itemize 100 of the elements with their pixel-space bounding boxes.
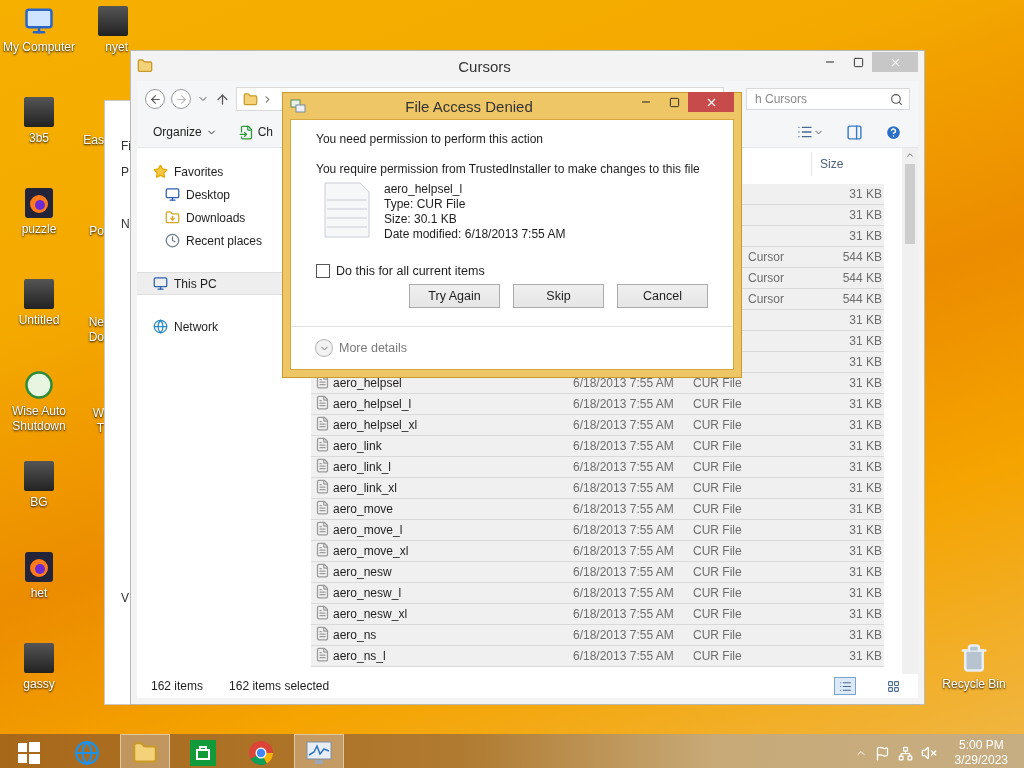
dialog-button[interactable]: Cancel — [617, 284, 708, 308]
browser-icon — [25, 188, 53, 218]
file-row[interactable]: aero_nesw_l 6/18/2013 7:55 AM CUR File 31 KB — [311, 583, 884, 604]
scrollbar[interactable] — [902, 148, 918, 674]
file-row[interactable]: aero_move_l 6/18/2013 7:55 AM CUR File 31 KB — [311, 520, 884, 541]
clock-icon — [165, 233, 180, 248]
file-type: CUR File — [693, 376, 743, 390]
muted-speaker-icon[interactable] — [920, 745, 937, 761]
file-name: aero_link_l — [333, 460, 393, 474]
file-icon — [315, 395, 330, 410]
scrollbar-thumb[interactable] — [905, 164, 915, 244]
chevron-circle-icon — [315, 339, 333, 357]
file-row[interactable]: aero_nesw 6/18/2013 7:55 AM CUR File 31 KB — [311, 562, 884, 583]
file-size: 544 KB — [841, 292, 882, 306]
checkbox[interactable] — [316, 264, 330, 278]
file-size: 31 KB — [848, 502, 882, 516]
file-date: 6/18/2013 7:55 AM — [573, 376, 675, 390]
file-row[interactable]: aero_move 6/18/2013 7:55 AM CUR File 31 KB — [311, 499, 884, 520]
downloads-folder-icon — [165, 210, 180, 225]
file-row[interactable]: aero_helpsel_l 6/18/2013 7:55 AM CUR File 31 KB — [311, 394, 884, 415]
file-type: CUR File — [693, 439, 743, 453]
file-name: aero_ns — [333, 628, 378, 642]
taskbar-button[interactable] — [120, 734, 170, 768]
forward-button[interactable] — [171, 89, 191, 109]
file-type: CUR File — [693, 418, 743, 432]
file-type: CUR File — [693, 481, 743, 495]
file-row[interactable]: aero_ns 6/18/2013 7:55 AM CUR File 31 KB — [311, 625, 884, 646]
file-size: 31 KB — [848, 544, 882, 558]
search-icon — [890, 92, 903, 106]
view-options-button[interactable] — [797, 124, 824, 140]
file-row[interactable]: aero_link 6/18/2013 7:55 AM CUR File 31 KB — [311, 436, 884, 457]
file-row[interactable]: aero_move_xl 6/18/2013 7:55 AM CUR File 31 KB — [311, 541, 884, 562]
performance-monitor-icon — [305, 740, 333, 766]
file-name: aero_helpsel — [333, 376, 403, 390]
file-type: CUR File — [693, 607, 743, 621]
taskbar-button[interactable] — [294, 734, 344, 768]
photo-placeholder — [24, 461, 54, 491]
file-row[interactable]: aero_link_l 6/18/2013 7:55 AM CUR File 31 KB — [311, 457, 884, 478]
search-field[interactable]: h Cursors — [746, 88, 910, 110]
browser-icon — [25, 552, 53, 582]
file-size: 31 KB — [848, 208, 882, 222]
checkbox-label: Do this for all current items — [336, 264, 485, 278]
column-header[interactable]: Size — [811, 152, 898, 176]
file-type: Cursor — [747, 292, 785, 306]
file-name: aero_move — [333, 502, 395, 516]
folder-icon — [132, 740, 158, 766]
file-icon — [315, 521, 330, 536]
list-icon — [797, 124, 813, 140]
file-size: 31 KB — [848, 607, 882, 621]
file-row[interactable]: aero_ns_l 6/18/2013 7:55 AM CUR File 31 KB — [311, 646, 884, 667]
file-date: 6/18/2013 7:55 AM — [573, 439, 675, 453]
photo-placeholder — [24, 279, 54, 309]
window-title: Cursors — [457, 57, 512, 75]
file-size: 544 KB — [841, 271, 882, 285]
file-size: 31 KB — [848, 523, 882, 537]
file-name: aero_helpsel_xl — [333, 418, 419, 432]
toolbar-button[interactable]: Ch — [238, 124, 274, 140]
dialog-button[interactable]: Try Again — [409, 284, 500, 308]
file-date: 6/18/2013 7:55 AM — [573, 460, 675, 474]
up-button[interactable] — [215, 91, 230, 107]
file-icon — [315, 647, 330, 662]
file-date: 6/18/2013 7:55 AM — [573, 544, 675, 558]
file-size: 31 KB — [848, 229, 882, 243]
file-size: 31 KB — [848, 439, 882, 453]
photo-placeholder — [24, 97, 54, 127]
file-size: 31 KB — [848, 565, 882, 579]
file-type: CUR File — [693, 460, 743, 474]
more-details-button[interactable]: More details — [315, 339, 408, 357]
window-text: Fi — [121, 139, 132, 153]
maximize-icon — [668, 96, 680, 108]
forward-arrow-icon — [174, 92, 188, 106]
file-size: 31 KB — [848, 481, 882, 495]
organize-button[interactable]: Organize — [153, 125, 217, 139]
file-date: 6/18/2013 7:55 AM — [573, 607, 675, 621]
flag-icon[interactable] — [874, 745, 890, 761]
browser-icon — [248, 740, 274, 766]
file-date: 6/18/2013 7:55 AM — [573, 418, 675, 432]
file-row[interactable]: aero_nesw_xl 6/18/2013 7:55 AM CUR File 31 KB — [311, 604, 884, 625]
file-type: CUR File — [693, 502, 743, 516]
network-icon[interactable] — [897, 745, 913, 761]
file-size: 31 KB — [848, 397, 882, 411]
details-view-button[interactable] — [834, 677, 856, 695]
file-size: 31 KB — [848, 586, 882, 600]
back-button[interactable] — [145, 89, 165, 109]
file-name: aero_move_l — [333, 523, 404, 537]
computer-icon — [24, 6, 54, 36]
network-globe-icon — [153, 319, 168, 334]
file-row[interactable]: aero_helpsel_xl 6/18/2013 7:55 AM CUR File 31 KB — [311, 415, 884, 436]
file-name: aero_link_xl — [333, 481, 399, 495]
dialog-button[interactable]: Skip — [513, 284, 604, 308]
file-row[interactable]: aero_link_xl 6/18/2013 7:55 AM CUR File 31 KB — [311, 478, 884, 499]
folder-icon — [243, 91, 258, 107]
preview-pane-button[interactable] — [846, 123, 863, 141]
help-button[interactable] — [885, 123, 902, 141]
file-name: aero_nesw — [333, 565, 393, 579]
dialog-heading: You need permission to perform this action — [316, 132, 543, 146]
file-date: 6/18/2013 7:55 AM — [573, 502, 675, 516]
pane-icon — [846, 123, 863, 141]
dialog-message: You require permission from TrustedInstaller to make changes to this file — [316, 162, 700, 176]
file-date: 6/18/2013 7:55 AM — [573, 586, 675, 600]
